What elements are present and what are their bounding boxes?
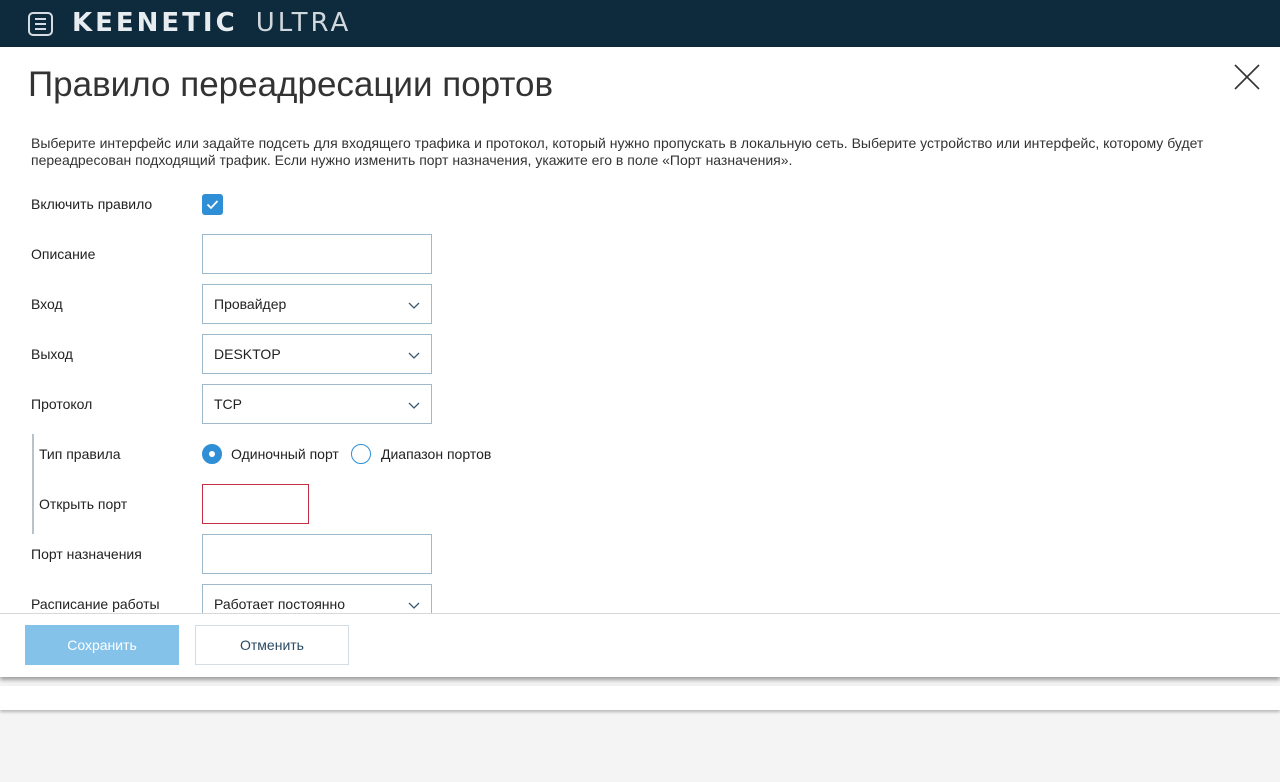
row-open-port: Открыть порт xyxy=(31,484,631,524)
cancel-button[interactable]: Отменить xyxy=(195,625,349,665)
chevron-down-icon xyxy=(408,302,420,309)
brand-logo: KEENETIC ULTRA xyxy=(72,8,352,38)
save-button[interactable]: Сохранить xyxy=(25,625,179,665)
radio-single-port-label[interactable]: Одиночный порт xyxy=(231,446,339,462)
open-port-label: Открыть порт xyxy=(39,496,128,512)
schedule-label: Расписание работы xyxy=(31,596,160,612)
protocol-label: Протокол xyxy=(31,396,93,412)
row-protocol: Протокол TCP xyxy=(31,384,631,424)
background-panel xyxy=(0,686,1280,710)
rule-type-label: Тип правила xyxy=(39,446,121,462)
dest-port-label: Порт назначения xyxy=(31,546,142,562)
port-forwarding-dialog: Правило переадресации портов Выберите ин… xyxy=(0,47,1280,677)
chevron-down-icon xyxy=(408,352,420,359)
menu-icon[interactable] xyxy=(28,12,53,36)
open-port-input[interactable] xyxy=(202,484,309,524)
row-input: Вход Провайдер xyxy=(31,284,631,324)
input-select[interactable]: Провайдер xyxy=(202,284,432,324)
input-label: Вход xyxy=(31,296,63,312)
enable-rule-checkbox[interactable] xyxy=(202,194,223,215)
row-description: Описание xyxy=(31,234,631,274)
radio-port-range[interactable] xyxy=(351,444,371,464)
dest-port-input[interactable] xyxy=(202,534,432,574)
chevron-down-icon xyxy=(408,602,420,609)
dialog-footer: Сохранить Отменить xyxy=(0,613,1280,677)
radio-port-range-label[interactable]: Диапазон портов xyxy=(381,446,491,462)
close-icon[interactable] xyxy=(1233,63,1261,91)
output-label: Выход xyxy=(31,346,73,362)
description-label: Описание xyxy=(31,246,96,262)
description-input[interactable] xyxy=(202,234,432,274)
chevron-down-icon xyxy=(408,402,420,409)
row-rule-type: Тип правила Одиночный порт Диапазон порт… xyxy=(31,434,631,474)
checkmark-icon xyxy=(206,200,219,210)
output-select-value: DESKTOP xyxy=(214,346,281,362)
input-select-value: Провайдер xyxy=(214,296,287,312)
row-dest-port: Порт назначения xyxy=(31,534,631,574)
dialog-description: Выберите интерфейс или задайте подсеть д… xyxy=(31,135,1204,168)
enable-rule-label: Включить правило xyxy=(31,196,153,212)
top-bar: KEENETIC ULTRA xyxy=(0,0,1280,47)
schedule-select-value: Работает постоянно xyxy=(214,596,346,612)
page-title: Правило переадресации портов xyxy=(28,65,554,104)
protocol-select-value: TCP xyxy=(214,396,242,412)
brand-model: ULTRA xyxy=(255,8,352,38)
output-select[interactable]: DESKTOP xyxy=(202,334,432,374)
brand-main: KEENETIC xyxy=(72,8,238,38)
row-output: Выход DESKTOP xyxy=(31,334,631,374)
row-enable-rule: Включить правило xyxy=(31,184,631,224)
protocol-select[interactable]: TCP xyxy=(202,384,432,424)
radio-single-port[interactable] xyxy=(202,444,222,464)
